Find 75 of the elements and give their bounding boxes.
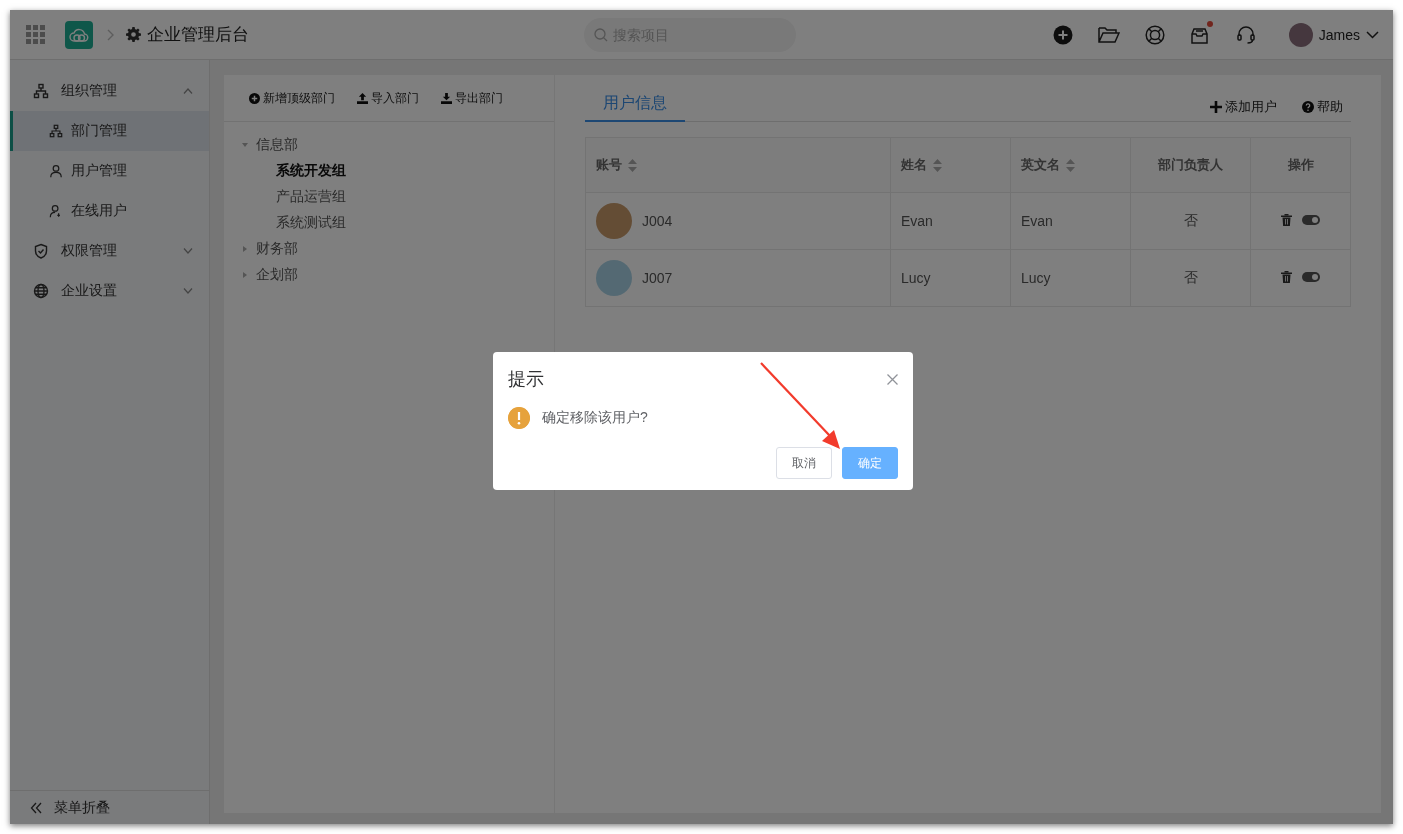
avatar xyxy=(596,260,632,296)
column-header: 账号 xyxy=(596,156,622,174)
toggle-switch[interactable] xyxy=(1302,272,1320,282)
org-chart-icon xyxy=(33,83,49,99)
plus-icon xyxy=(1210,101,1222,113)
upload-icon xyxy=(357,92,368,104)
action-button[interactable]: 帮助 xyxy=(1302,98,1343,116)
table-cell: Lucy xyxy=(1021,270,1051,286)
table-cell: J004 xyxy=(642,213,673,229)
close-button[interactable] xyxy=(887,373,898,385)
chevron-right-icon xyxy=(107,28,114,41)
toolbar-button[interactable]: 导出部门 xyxy=(441,89,503,107)
download-icon xyxy=(441,92,452,104)
confirm-button[interactable]: 确定 xyxy=(842,447,898,479)
user-icon xyxy=(49,164,63,178)
chevron-icon xyxy=(183,88,193,94)
table-cell: J007 xyxy=(642,270,673,286)
avatar xyxy=(596,203,632,239)
org-chart-icon xyxy=(49,124,63,138)
warning-icon xyxy=(508,407,530,429)
settings-icon xyxy=(126,27,141,42)
column-header: 操作 xyxy=(1287,156,1314,174)
chevron-down-icon[interactable] xyxy=(1366,30,1379,39)
tree-node[interactable]: 财务部 xyxy=(242,236,554,262)
plus-circle-icon xyxy=(249,92,260,104)
sidebar-subitem[interactable]: 用户管理 xyxy=(10,151,209,191)
trash-icon[interactable] xyxy=(1281,271,1292,283)
toolbar-button[interactable]: 新增顶级部门 xyxy=(249,89,335,107)
globe-icon xyxy=(33,283,49,299)
chevron-icon xyxy=(183,288,193,294)
tree-node[interactable]: 系统开发组 xyxy=(242,158,554,184)
help-icon xyxy=(1302,101,1314,113)
close-icon xyxy=(887,373,898,385)
headset-icon[interactable] xyxy=(1235,24,1256,45)
action-button[interactable]: 添加用户 xyxy=(1210,98,1277,116)
tab[interactable]: 用户信息 xyxy=(585,86,685,122)
user-online-icon xyxy=(49,204,63,218)
caret-icon xyxy=(242,142,248,148)
sidebar-subitem[interactable]: 部门管理 xyxy=(10,111,209,151)
column-header: 英文名 xyxy=(1021,156,1060,174)
folder-icon[interactable] xyxy=(1097,25,1120,44)
lifebuoy-icon[interactable] xyxy=(1144,24,1165,45)
app-title: 企业管理后台 xyxy=(147,24,249,46)
chevron-icon xyxy=(183,248,193,254)
sidebar-item[interactable]: 权限管理 xyxy=(10,231,209,271)
table-cell: 否 xyxy=(1183,269,1198,285)
tree-node[interactable]: 企划部 xyxy=(242,262,554,288)
tree-node[interactable]: 系统测试组 xyxy=(242,210,554,236)
user-avatar[interactable] xyxy=(1288,22,1313,47)
column-header: 部门负责人 xyxy=(1158,156,1223,174)
caret-icon xyxy=(242,272,248,278)
toolbar-button[interactable]: 导入部门 xyxy=(357,89,419,107)
dialog-message: 确定移除该用户? xyxy=(542,409,648,427)
double-chevron-left-icon xyxy=(30,801,42,814)
table-cell: Lucy xyxy=(901,270,931,286)
table-cell: 否 xyxy=(1183,212,1198,228)
app-grid-icon[interactable] xyxy=(26,24,46,45)
sidebar-item[interactable]: 组织管理 xyxy=(10,71,209,111)
user-name[interactable]: James xyxy=(1318,26,1360,43)
collapse-menu-button[interactable]: 菜单折叠 xyxy=(10,790,209,824)
toggle-switch[interactable] xyxy=(1302,215,1320,225)
column-header: 姓名 xyxy=(901,156,927,174)
cancel-button[interactable]: 取消 xyxy=(776,447,832,479)
dialog-title: 提示 xyxy=(508,368,544,391)
trash-icon[interactable] xyxy=(1281,214,1292,226)
sidebar-item[interactable]: 企业设置 xyxy=(10,271,209,311)
tree-node[interactable]: 产品运营组 xyxy=(242,184,554,210)
cloud-logo-icon[interactable] xyxy=(65,20,93,49)
add-icon[interactable] xyxy=(1052,24,1073,45)
tree-node[interactable]: 信息部 xyxy=(242,132,554,158)
caret-icon xyxy=(242,246,248,252)
table-cell: Evan xyxy=(901,213,933,229)
sidebar-subitem[interactable]: 在线用户 xyxy=(10,191,209,231)
shield-icon xyxy=(33,243,49,259)
table-cell: Evan xyxy=(1021,213,1053,229)
